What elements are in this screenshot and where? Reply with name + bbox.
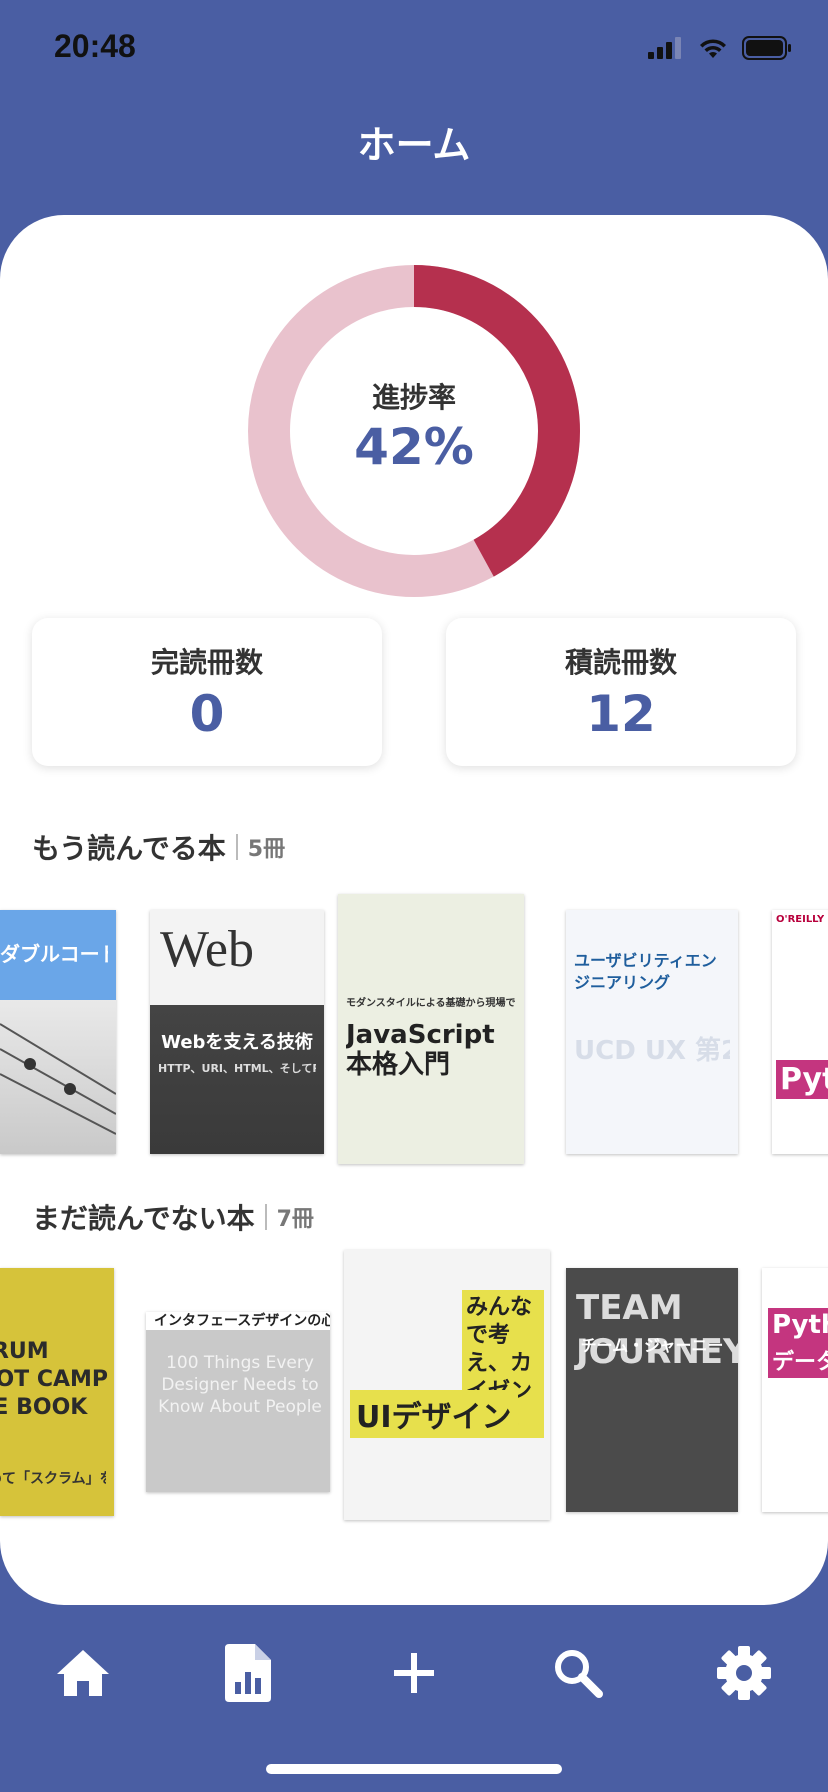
- music-sheet-illustration: [0, 1023, 116, 1135]
- book-cover[interactable]: みんなで考え、カイゼンする。 UIデザイン: [344, 1250, 550, 1520]
- book-title: TEAM JOURNEY: [576, 1288, 738, 1372]
- read-section-title: もう読んでる本: [32, 832, 226, 865]
- book-cover[interactable]: Web Webを支える技術 HTTP、URI、HTML、そしてREST: [150, 910, 324, 1154]
- book-subtitle: UCD UX 第2版: [574, 1036, 730, 1066]
- book-cover[interactable]: Python データ: [762, 1268, 828, 1512]
- book-title-web: Web: [160, 921, 254, 978]
- progress-label: 進捗率: [371, 381, 456, 414]
- finished-count-card[interactable]: 完読冊数 0: [32, 618, 382, 766]
- battery-icon: [742, 36, 791, 60]
- book-cover[interactable]: インタフェースデザインの心理学 100 Things Every Designe…: [146, 1312, 330, 1492]
- book-title: Webを支える技術: [161, 1032, 313, 1053]
- gear-icon: [717, 1646, 771, 1700]
- book-cover[interactable]: モダンスタイルによる基礎から現場での応用まで JavaScript本格入門: [338, 894, 524, 1164]
- status-time: 20:48: [54, 28, 136, 64]
- stacked-count-value: 12: [586, 685, 656, 743]
- book-cover[interactable]: O'REILLY Python: [772, 910, 828, 1154]
- tab-home[interactable]: [43, 1633, 123, 1713]
- tab-search[interactable]: [538, 1633, 618, 1713]
- tab-settings[interactable]: [704, 1633, 784, 1713]
- book-title: SCRUM BOOT CAMP THE BOOK: [0, 1339, 109, 1420]
- book-subtitle: モダンスタイルによる基礎から現場での応用まで: [346, 998, 516, 1009]
- report-icon: [225, 1644, 271, 1702]
- unread-section-count: 7冊: [276, 1207, 314, 1232]
- read-section-count: 5冊: [247, 837, 286, 862]
- section-divider: [264, 1204, 267, 1230]
- main-card: 進捗率 42% 完読冊数 0 積読冊数 12 もう読んでる本 5冊 リーダブルコ…: [0, 215, 828, 1605]
- status-bar: 20:48: [0, 0, 828, 100]
- stacked-count-label: 積読冊数: [564, 646, 677, 679]
- book-subtitle: チーム・ジャーニー: [580, 1336, 724, 1355]
- stacked-count-card[interactable]: 積読冊数 12: [446, 618, 796, 766]
- unread-section-title: まだ読んでない本: [32, 1202, 255, 1235]
- book-subtitle: O'REILLY: [776, 914, 824, 925]
- read-section-header: もう読んでる本 5冊: [32, 827, 285, 867]
- book-subtitle: データ: [768, 1342, 828, 1378]
- progress-center: 進捗率 42%: [248, 265, 580, 597]
- book-cover[interactable]: ユーザビリティエンジニアリング UCD UX 第2版: [566, 910, 738, 1154]
- book-title: JavaScript本格入門: [346, 1020, 495, 1080]
- book-subtitle: 100 Things Every Designer Needs to Know …: [158, 1353, 322, 1417]
- tab-stats[interactable]: [208, 1633, 288, 1713]
- book-title: リーダブルコード: [0, 942, 108, 966]
- finished-count-value: 0: [189, 685, 225, 743]
- unread-books-shelf[interactable]: SCRUM BOOT CAMP THE BOOK はじめて「スクラム」をやる人の…: [0, 1250, 828, 1520]
- plus-icon: [394, 1653, 434, 1693]
- wifi-icon: [700, 39, 726, 58]
- book-title: ユーザビリティエンジニアリング: [574, 951, 717, 992]
- book-title: Python: [768, 1308, 828, 1342]
- unread-section-header: まだ読んでない本 7冊: [32, 1197, 314, 1237]
- book-title: インタフェースデザインの心理学: [146, 1312, 330, 1330]
- search-icon: [555, 1650, 603, 1698]
- progress-donut: 進捗率 42%: [248, 265, 580, 597]
- book-cover[interactable]: リーダブルコード: [0, 910, 116, 1154]
- status-icons: [648, 36, 792, 60]
- book-title: Python: [776, 1060, 828, 1099]
- book-title: UIデザイン: [350, 1390, 518, 1438]
- book-cover[interactable]: SCRUM BOOT CAMP THE BOOK はじめて「スクラム」をやる人の…: [0, 1268, 114, 1516]
- home-icon: [57, 1650, 109, 1696]
- tab-add[interactable]: [374, 1633, 454, 1713]
- cellular-signal-icon: [648, 37, 681, 59]
- page-title: ホーム: [357, 123, 471, 167]
- read-books-shelf[interactable]: リーダブルコード Web Webを支える技術 HTTP、URI、HTML、そして…: [0, 880, 828, 1164]
- section-divider: [235, 834, 238, 860]
- book-subtitle: はじめて「スクラム」をやる人の本: [0, 1471, 106, 1487]
- finished-count-label: 完読冊数: [150, 646, 263, 679]
- progress-value: 42%: [354, 418, 474, 476]
- book-cover[interactable]: TEAM JOURNEY チーム・ジャーニー: [566, 1268, 738, 1512]
- book-subtitle: HTTP、URI、HTML、そしてREST: [158, 1062, 316, 1075]
- home-indicator[interactable]: [266, 1764, 562, 1774]
